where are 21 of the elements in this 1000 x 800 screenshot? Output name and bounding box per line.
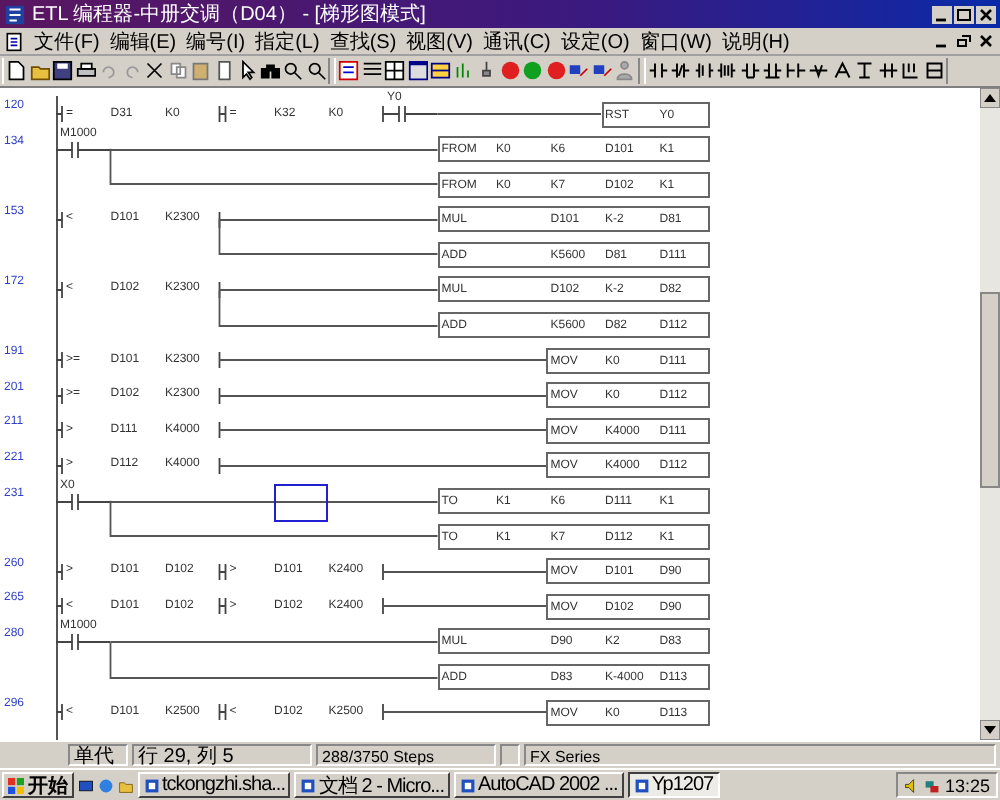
menu-item[interactable]: 查找(S): [329, 27, 397, 55]
menu-item[interactable]: 视图(V): [406, 27, 473, 55]
menu-item[interactable]: 编号(I): [186, 27, 246, 55]
menu-item[interactable]: 窗口(W): [639, 27, 712, 55]
menu-item[interactable]: 说明(H): [721, 27, 790, 55]
plc-series: FX Series: [524, 744, 996, 766]
step-count: 288/3750 Steps: [316, 744, 496, 766]
menu-item[interactable]: 文件(F): [34, 27, 100, 55]
taskbar-button[interactable]: tckongzhi.sha...: [138, 772, 291, 798]
taskbar-button[interactable]: Yp1207: [627, 772, 720, 798]
taskbar-button[interactable]: 文档 2 - Micro...: [294, 772, 450, 798]
menu-item[interactable]: 通讯(C): [483, 27, 551, 55]
window-title: ETL 编程器-中册交调（D04） - [梯形图模式]: [32, 1, 426, 28]
start-button[interactable]: 开始: [2, 772, 74, 798]
clock: 13:25: [944, 775, 990, 795]
menu-item[interactable]: 编辑(E): [109, 27, 177, 55]
menu-item[interactable]: 设定(O): [560, 27, 630, 55]
taskbar-button[interactable]: AutoCAD 2002 ...: [454, 772, 624, 798]
cursor-position: 行 29, 列 5: [132, 744, 312, 766]
menu-item[interactable]: 指定(L): [255, 27, 320, 55]
mode-field: 单代: [68, 744, 128, 766]
